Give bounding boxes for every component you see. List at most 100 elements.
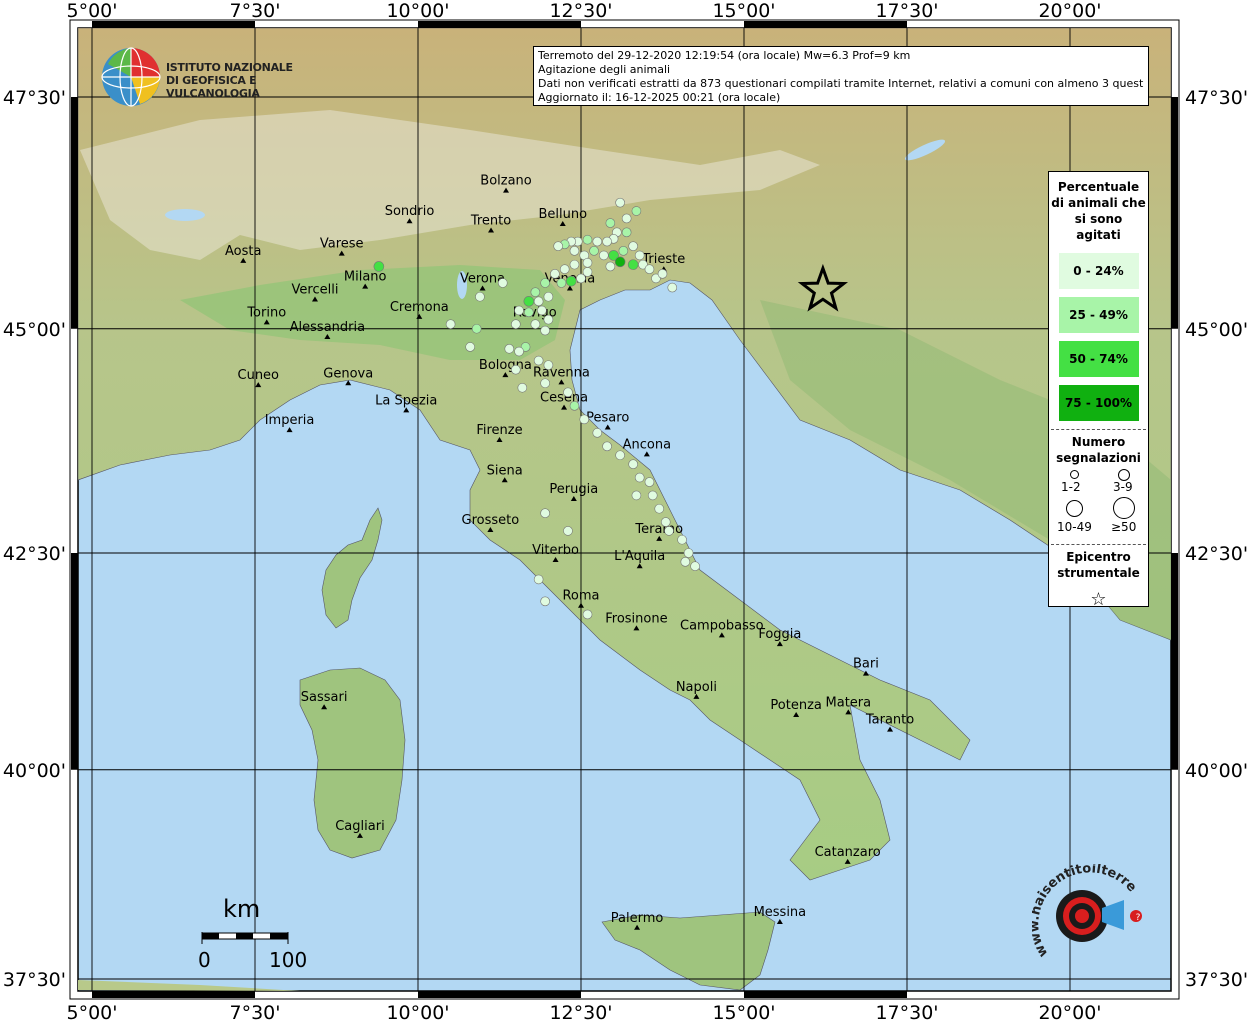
frame-bar-left-0 — [71, 97, 78, 329]
legend-epi-title: Epicentro strumentale — [1057, 550, 1140, 580]
size-label-3-9: 3-9 — [1113, 480, 1133, 494]
lon-label-bottom-4: 15°00' — [712, 1002, 775, 1024]
lon-label-top-0: 5°00' — [67, 0, 118, 22]
size-50-symbol — [1113, 497, 1135, 519]
observation-point — [510, 364, 521, 375]
observation-point — [644, 264, 655, 275]
observation-point — [533, 574, 544, 585]
city-label: L'Aquila — [614, 549, 665, 564]
city-label: Sondrio — [385, 204, 435, 219]
ingv-globe-icon — [101, 47, 161, 107]
observation-point — [543, 314, 554, 325]
city-label: Palermo — [611, 911, 664, 926]
ingv-logo: ISTITUTO NAZIONALE DI GEOFISICA E VULCAN… — [100, 46, 320, 110]
city-label: Milano — [344, 270, 387, 285]
observation-point — [631, 206, 642, 216]
city-label: Siena — [487, 463, 523, 478]
lat-label-right-3: 40°00' — [1185, 760, 1248, 782]
city-label: Foggia — [758, 627, 801, 642]
legend-title: Percentuale di animali che si sono agita… — [1051, 180, 1146, 242]
observation-point — [563, 387, 573, 398]
observation-point — [569, 401, 580, 411]
observation-point — [647, 490, 658, 501]
city-label: Bolzano — [480, 174, 532, 189]
ingv-name: ISTITUTO NAZIONALE DI GEOFISICA E VULCAN… — [166, 61, 320, 100]
observation-point — [563, 526, 573, 536]
city-label: Grosseto — [462, 513, 520, 528]
city-label: Teramo — [634, 522, 683, 537]
observation-point — [540, 325, 550, 336]
observation-point — [445, 319, 456, 329]
scale-end: 100 — [269, 948, 308, 972]
observation-point — [621, 213, 632, 224]
lake-geneva — [165, 209, 205, 221]
frame-bar-bottom-0 — [92, 991, 255, 998]
city-label: Viterbo — [532, 543, 579, 558]
city-label: Cremona — [390, 300, 449, 315]
lat-label-left-2: 42°30' — [3, 543, 66, 565]
observation-point — [510, 319, 521, 329]
lat-label-left-4: 37°30' — [3, 969, 66, 991]
city-label: La Spezia — [375, 393, 437, 408]
lon-label-bottom-3: 12°30' — [549, 1002, 612, 1024]
frame-bar-right-2 — [1171, 553, 1178, 770]
lon-label-top-1: 7°30' — [230, 0, 281, 22]
observation-point — [657, 269, 668, 279]
observation-point — [540, 508, 550, 518]
observation-point — [543, 291, 554, 302]
observation-point — [582, 234, 593, 245]
observation-point — [530, 319, 541, 329]
observation-point — [602, 236, 612, 247]
observation-point — [614, 256, 626, 268]
lat-label-right-0: 47°30' — [1185, 87, 1248, 109]
observation-point — [628, 241, 638, 251]
legend-count-title: Numero segnalazioni — [1056, 435, 1141, 465]
observation-point — [465, 342, 475, 352]
observation-point — [599, 250, 609, 261]
lon-label-bottom-5: 17°30' — [875, 1002, 938, 1024]
info-source: Dati non verificati estratti da 873 ques… — [538, 77, 1144, 90]
observation-point — [475, 291, 485, 302]
observation-point — [569, 245, 580, 256]
svg-text:?: ? — [1136, 913, 1141, 923]
scale-bar: km 0 100 — [195, 895, 315, 975]
observation-point — [631, 490, 642, 501]
observation-point — [550, 269, 560, 279]
lon-label-bottom-1: 7°30' — [230, 1002, 281, 1024]
size-10-49-symbol — [1066, 500, 1083, 517]
observation-point — [592, 428, 603, 438]
observation-point — [514, 346, 524, 357]
observation-point — [523, 296, 535, 307]
city-label: Torino — [246, 305, 286, 320]
frame-bar-top-2 — [418, 21, 581, 28]
observation-point — [582, 267, 593, 277]
observation-point — [615, 197, 625, 208]
city-label: Alessandria — [290, 320, 365, 335]
frame-bar-top-0 — [92, 21, 255, 28]
observation-point — [543, 360, 554, 370]
city-label: Roma — [562, 589, 599, 604]
ingv-line1: ISTITUTO NAZIONALE — [166, 61, 293, 74]
observation-point — [533, 355, 544, 366]
size-1-2-symbol — [1070, 470, 1079, 479]
city-label: Belluno — [538, 207, 587, 222]
observation-point — [556, 278, 567, 288]
city-label: Messina — [754, 905, 807, 920]
observation-point — [497, 278, 508, 288]
observation-point — [627, 259, 639, 270]
observation-point — [537, 305, 547, 316]
legend: Percentuale di animali che si sono agita… — [1048, 171, 1149, 610]
city-label: Firenze — [476, 423, 522, 438]
legend-divider-2 — [1051, 544, 1146, 545]
lat-label-left-1: 45°00' — [3, 319, 66, 341]
city-label: Matera — [826, 695, 872, 710]
city-label: Varese — [320, 237, 364, 252]
observation-point — [559, 264, 570, 275]
lon-label-top-5: 17°30' — [875, 0, 938, 22]
observation-point — [690, 561, 700, 572]
lon-label-top-6: 20°00' — [1038, 0, 1101, 22]
observation-point — [582, 609, 593, 620]
observation-point — [589, 245, 599, 256]
observation-point — [530, 287, 541, 297]
city-label: Perugia — [549, 482, 598, 497]
